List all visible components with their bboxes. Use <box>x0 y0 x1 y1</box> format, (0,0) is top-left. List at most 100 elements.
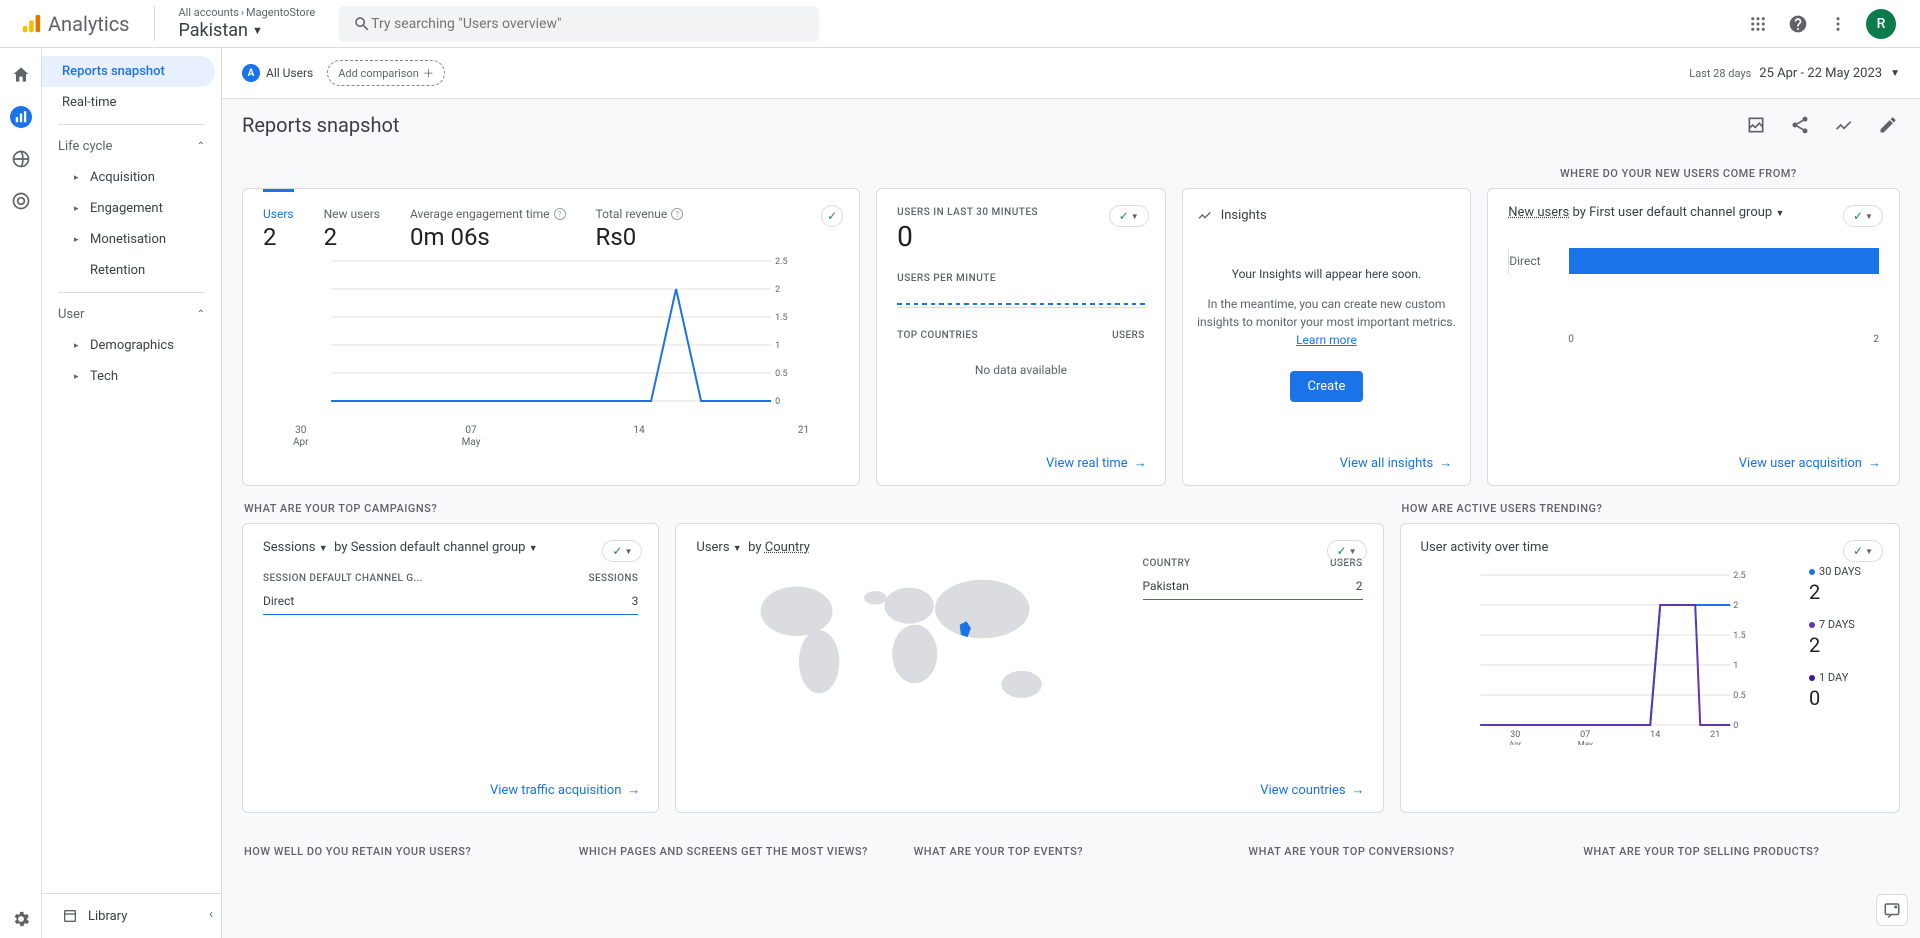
svg-text:May: May <box>1577 740 1592 745</box>
overview-chart: 2.521.510.50 30Apr07May1421 <box>243 251 859 459</box>
quality-badge[interactable]: ✓▼ <box>1843 205 1883 227</box>
svg-text:1.5: 1.5 <box>775 313 788 323</box>
home-icon[interactable] <box>10 64 32 86</box>
more-icon[interactable] <box>1826 12 1850 36</box>
table-row[interactable]: Pakistan2 <box>1143 579 1363 600</box>
help-icon[interactable] <box>1786 12 1810 36</box>
view-countries-link[interactable]: View countries→ <box>1260 782 1364 798</box>
help-icon[interactable]: ? <box>671 208 683 220</box>
trend-chart: 2.521.510.50 30Apr 07May 14 21 <box>1421 565 1809 749</box>
learn-more-link[interactable]: Learn more <box>1296 333 1357 347</box>
new-users-barchart: Direct 02 <box>1508 248 1879 345</box>
sidebar: Reports snapshot Real-time Life cycle⌃ ▸… <box>42 48 222 938</box>
view-realtime-link[interactable]: View real time→ <box>1046 455 1147 471</box>
sidebar-section-user[interactable]: User⌃ <box>42 299 221 330</box>
edit-icon[interactable] <box>1876 113 1900 137</box>
feedback-button[interactable] <box>1876 894 1908 926</box>
view-insights-link[interactable]: View all insights→ <box>1340 455 1453 471</box>
collapse-sidebar-icon[interactable]: ‹ <box>199 902 223 926</box>
logo-text: Analytics <box>48 12 130 36</box>
no-data-label: No data available <box>897 363 1145 377</box>
sidebar-section-lifecycle[interactable]: Life cycle⌃ <box>42 131 221 162</box>
segment-label[interactable]: All Users <box>266 66 313 80</box>
date-range-picker[interactable]: Last 28 days 25 Apr - 22 May 2023 ▼ <box>1689 66 1900 81</box>
table-row[interactable]: Direct3 <box>263 594 638 615</box>
section-title-events: WHAT ARE YOUR TOP EVENTS? <box>914 845 1231 858</box>
sidebar-item-monetisation[interactable]: ▸Monetisation <box>42 224 221 255</box>
share-icon[interactable] <box>1788 113 1812 137</box>
quality-badge[interactable]: ✓▼ <box>1327 540 1367 562</box>
realtime-card: ✓▼ USERS IN LAST 30 MINUTES 0 USERS PER … <box>876 188 1166 486</box>
campaigns-head[interactable]: Sessions ▼ by Session default channel gr… <box>263 540 638 555</box>
svg-text:14: 14 <box>1650 730 1660 740</box>
svg-text:1: 1 <box>775 341 780 351</box>
new-users-card: ✓▼ New users by First user default chann… <box>1487 188 1900 486</box>
svg-text:07: 07 <box>1580 730 1590 740</box>
campaigns-card: ✓▼ Sessions ▼ by Session default channel… <box>242 523 659 813</box>
library-icon <box>62 908 78 924</box>
svg-text:2: 2 <box>775 285 780 295</box>
help-icon[interactable]: ? <box>554 208 566 220</box>
svg-text:0: 0 <box>1733 721 1738 731</box>
search-box[interactable] <box>339 6 819 42</box>
chevron-up-icon: ⌃ <box>197 309 205 320</box>
arrow-right-icon: → <box>1439 455 1452 471</box>
svg-text:21: 21 <box>1710 730 1720 740</box>
explore-icon[interactable] <box>10 148 32 170</box>
metric-avg-engagement[interactable]: Average engagement time?0m 06s <box>410 207 566 251</box>
metric-revenue[interactable]: Total revenue?Rs0 <box>596 207 684 251</box>
realtime-head: USERS IN LAST 30 MINUTES <box>897 207 1145 218</box>
apps-icon[interactable] <box>1746 12 1770 36</box>
chevron-up-icon: ⌃ <box>197 141 205 152</box>
customize-icon[interactable] <box>1744 113 1768 137</box>
view-user-acquisition-link[interactable]: View user acquisition→ <box>1739 455 1881 471</box>
svg-text:0: 0 <box>775 397 780 407</box>
insights-icon[interactable] <box>1832 113 1856 137</box>
quality-badge[interactable]: ✓ <box>821 205 843 227</box>
add-comparison-button[interactable]: Add comparison＋ <box>327 60 445 86</box>
search-icon <box>353 15 371 33</box>
search-input[interactable] <box>371 16 805 32</box>
sidebar-item-realtime[interactable]: Real-time <box>42 87 215 118</box>
account-picker[interactable]: All accounts›MagentoStore Pakistan▼ <box>154 6 332 42</box>
countries-head[interactable]: Users ▼ by Country <box>696 540 1122 555</box>
arrow-right-icon: → <box>627 782 640 798</box>
nav-rail <box>0 48 42 938</box>
sidebar-item-tech[interactable]: ▸Tech <box>42 361 221 392</box>
sidebar-item-library[interactable]: Library <box>42 893 221 938</box>
insights-head: Insights <box>1197 207 1457 223</box>
page-title: Reports snapshot <box>242 113 399 137</box>
property-name: Pakistan <box>179 20 248 42</box>
section-title-trending: HOW ARE ACTIVE USERS TRENDING? <box>1402 502 1900 515</box>
quality-badge[interactable]: ✓▼ <box>602 540 642 562</box>
advertising-icon[interactable] <box>10 190 32 212</box>
quality-badge[interactable]: ✓▼ <box>1843 540 1883 562</box>
sidebar-item-demographics[interactable]: ▸Demographics <box>42 330 221 361</box>
reports-icon[interactable] <box>10 106 32 128</box>
avatar[interactable]: R <box>1866 9 1896 39</box>
insights-card: Insights Your Insights will appear here … <box>1182 188 1472 486</box>
sidebar-item-engagement[interactable]: ▸Engagement <box>42 193 221 224</box>
logo[interactable]: Analytics <box>8 12 142 36</box>
sidebar-item-acquisition[interactable]: ▸Acquisition <box>42 162 221 193</box>
quality-badge[interactable]: ✓▼ <box>1109 205 1149 227</box>
view-traffic-acquisition-link[interactable]: View traffic acquisition→ <box>490 782 640 798</box>
svg-text:2.5: 2.5 <box>775 257 788 267</box>
metric-users[interactable]: Users2 <box>263 189 294 251</box>
countries-card: ✓▼ Users ▼ by Country <box>675 523 1383 813</box>
title-bar: Reports snapshot <box>222 99 1920 151</box>
svg-text:Apr: Apr <box>1509 740 1522 745</box>
chevron-down-icon: ▼ <box>252 24 263 37</box>
metric-new-users[interactable]: New users2 <box>324 207 380 251</box>
sidebar-item-snapshot[interactable]: Reports snapshot <box>42 56 215 87</box>
trending-card: ✓▼ User activity over time 2.521.510.50 <box>1400 523 1900 813</box>
sidebar-item-retention[interactable]: Retention <box>42 255 221 286</box>
arrow-right-icon: → <box>1352 782 1365 798</box>
new-users-head[interactable]: New users by First user default channel … <box>1508 205 1879 220</box>
trend-legend: 30 DAYS2 7 DAYS2 1 DAY0 <box>1809 565 1879 749</box>
create-insight-button[interactable]: Create <box>1290 371 1364 402</box>
plus-icon: ＋ <box>423 65 434 81</box>
section-title-retention: HOW WELL DO YOU RETAIN YOUR USERS? <box>244 845 561 858</box>
main-content: A All Users Add comparison＋ Last 28 days… <box>222 48 1920 938</box>
admin-icon[interactable] <box>10 916 32 938</box>
